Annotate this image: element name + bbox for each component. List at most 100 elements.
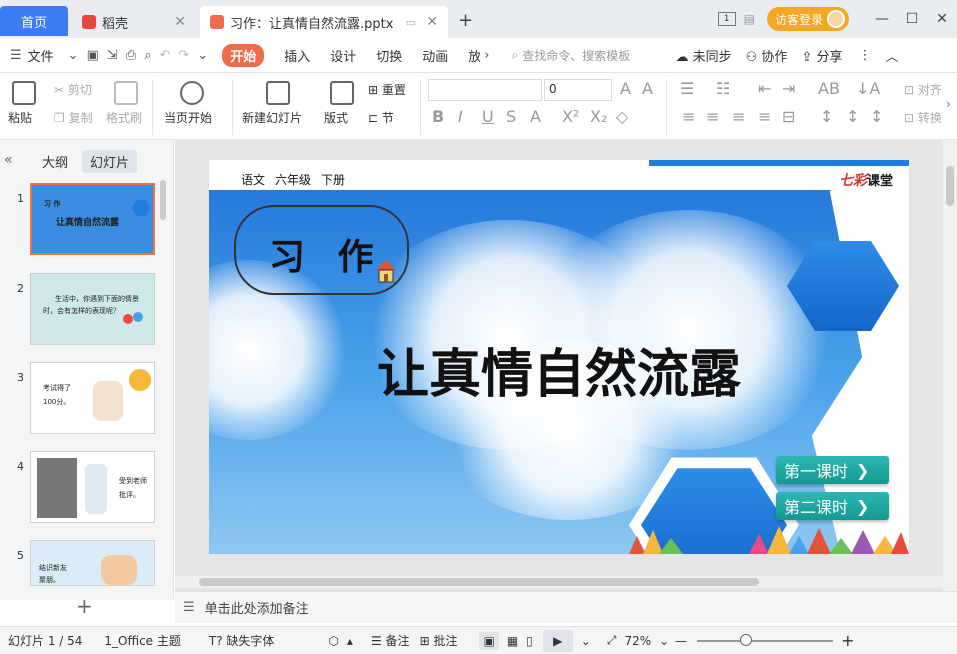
collapse-pane-icon[interactable]: « xyxy=(4,152,13,168)
fit-window-icon[interactable]: ⤢ xyxy=(607,633,617,648)
play-options-icon[interactable]: ⌄ xyxy=(581,634,591,648)
slide-thumbnail-2[interactable]: 生活中，你遇到下面的情景 时，会有怎样的表现呢？ xyxy=(30,273,155,345)
window-count-icon[interactable]: 1 xyxy=(717,12,736,26)
strikethrough-icon[interactable]: S xyxy=(506,107,516,126)
vertical-scroll-thumb[interactable] xyxy=(946,166,954,206)
copy-button[interactable]: ❐ 复制 xyxy=(54,109,93,126)
menu-start[interactable]: 开始 xyxy=(222,43,265,67)
share-button[interactable]: ⇪ 分享 xyxy=(801,46,842,65)
outdent-icon[interactable]: ⇤ xyxy=(758,79,771,98)
paste-button[interactable]: 粘贴 xyxy=(8,109,32,126)
tab-slides[interactable]: 幻灯片 xyxy=(82,150,138,173)
new-tab-button[interactable]: + xyxy=(458,10,473,31)
zoom-out-icon[interactable]: — xyxy=(675,634,687,648)
hamburger-icon[interactable]: ☰ xyxy=(10,48,22,63)
thumbnail-scrollbar[interactable] xyxy=(160,180,166,220)
close-icon[interactable]: ✕ xyxy=(174,14,186,30)
text-box-icon[interactable]: AB xyxy=(818,79,840,98)
tab-outline[interactable]: 大纲 xyxy=(34,150,76,173)
slide-thumbnail-5[interactable]: 结识新友 聚朋。 xyxy=(30,540,155,586)
bold-icon[interactable]: B xyxy=(432,107,444,126)
clear-format-icon[interactable]: ◇ xyxy=(616,107,628,126)
underline-icon[interactable]: U xyxy=(482,107,494,126)
vertical-scrollbar[interactable] xyxy=(943,140,957,600)
slide-thumbnail-1[interactable]: 习 作 让真情自然流露 xyxy=(30,183,155,255)
chevron-down-icon[interactable]: ⌄ xyxy=(68,48,79,63)
zoom-slider-knob[interactable] xyxy=(740,633,753,646)
zoom-dropdown-icon[interactable]: ⌄ xyxy=(659,634,669,648)
paragraph-spacing-icon[interactable]: ↕ xyxy=(846,107,859,126)
preview-icon[interactable]: ⌕ xyxy=(144,48,151,63)
login-button[interactable]: 访客登录 xyxy=(766,7,849,31)
format-brush-icon[interactable] xyxy=(114,81,138,105)
sync-button[interactable]: ☁ 未同步 xyxy=(675,46,731,65)
font-color-icon[interactable]: A xyxy=(530,107,541,126)
section-button[interactable]: ⊏ 节 xyxy=(368,109,394,126)
normal-view-icon[interactable]: ▣ xyxy=(479,631,499,650)
close-window-icon[interactable]: ✕ xyxy=(927,11,957,27)
protect-icon[interactable]: ⬡ xyxy=(328,634,338,648)
menu-transition[interactable]: 切换 xyxy=(376,46,402,65)
superscript-icon[interactable]: X² xyxy=(562,107,579,126)
align-center-icon[interactable]: ≡ xyxy=(706,107,719,126)
new-slide-button[interactable]: 新建幻灯片 xyxy=(242,109,302,126)
italic-icon[interactable]: I xyxy=(458,107,463,126)
minimize-icon[interactable]: — xyxy=(867,11,897,27)
horizontal-scroll-thumb[interactable] xyxy=(199,578,759,586)
align-objects-button[interactable]: ⊡ 对齐 xyxy=(904,81,944,98)
layout-button[interactable]: 版式 xyxy=(324,109,348,126)
reset-button[interactable]: ⊞ 重置 xyxy=(368,81,406,98)
subscript-icon[interactable]: X₂ xyxy=(590,107,607,126)
tab-home[interactable]: 首页 xyxy=(0,6,68,36)
menu-animation[interactable]: 动画 xyxy=(422,46,448,65)
new-slide-icon[interactable] xyxy=(266,81,290,105)
add-slide-icon[interactable]: + xyxy=(76,594,93,618)
indent-icon[interactable]: ⇥ xyxy=(782,79,795,98)
redo-icon[interactable]: ↷ xyxy=(178,48,189,63)
sorter-view-icon[interactable]: ▦ xyxy=(507,634,518,648)
close-icon[interactable]: ✕ xyxy=(426,14,438,30)
more-options-icon[interactable]: ⋮ xyxy=(859,48,872,63)
tab-document[interactable]: 习作：让真情自然流露.pptx ▭ ✕ xyxy=(200,6,448,38)
maximize-icon[interactable]: ☐ xyxy=(897,11,927,27)
chevron-right-icon[interactable]: › xyxy=(484,48,489,63)
tab-docer[interactable]: 稻壳 ✕ xyxy=(72,6,196,38)
ribbon-scroll-right-icon[interactable]: › xyxy=(946,97,951,111)
theme-name[interactable]: 1_Office 主题 xyxy=(104,632,180,649)
collab-button[interactable]: ⚇ 协作 xyxy=(746,46,788,65)
align-left-icon[interactable]: ≡ xyxy=(682,107,695,126)
bullets-icon[interactable]: ☰ xyxy=(680,79,694,98)
notes-area[interactable]: ☰ 单击此处添加备注 xyxy=(175,591,957,623)
zoom-level[interactable]: 72% xyxy=(624,634,651,648)
collapse-ribbon-icon[interactable]: ︿ xyxy=(886,46,899,65)
layout-icon[interactable] xyxy=(330,81,354,105)
justify-icon[interactable]: ≡ xyxy=(758,107,771,126)
sort-icon[interactable]: ↓A xyxy=(856,79,880,98)
missing-font-button[interactable]: T? 缺失字体 xyxy=(209,632,275,649)
increase-font-icon[interactable]: A xyxy=(620,79,631,98)
zoom-slider[interactable] xyxy=(697,633,834,646)
slide-thumbnail-4[interactable]: 受到老师 批评。 xyxy=(30,451,155,523)
align-right-icon[interactable]: ≡ xyxy=(732,107,745,126)
lesson-1-button[interactable]: 第一课时 ❯ xyxy=(776,456,889,484)
font-family-select[interactable] xyxy=(428,79,542,101)
line-spacing-icon[interactable]: ↕ xyxy=(820,107,833,126)
horizontal-scrollbar[interactable] xyxy=(175,576,943,588)
convert-button[interactable]: ⊡ 转换 xyxy=(904,109,944,126)
shirt-icon[interactable]: ▤ xyxy=(744,12,755,26)
reading-view-icon[interactable]: ▯ xyxy=(526,634,533,648)
pin-icon[interactable]: ▭ xyxy=(406,16,416,29)
decrease-font-icon[interactable]: A xyxy=(642,79,653,98)
format-brush-button[interactable]: 格式刷 xyxy=(106,109,142,126)
menu-insert[interactable]: 插入 xyxy=(284,46,310,65)
cut-button[interactable]: ✂ 剪切 xyxy=(54,81,92,98)
distribute-icon[interactable]: ⊟ xyxy=(782,107,795,126)
notes-toggle-button[interactable]: ☰ 备注 xyxy=(371,632,410,649)
menu-file[interactable]: 文件 xyxy=(28,46,54,65)
column-icon[interactable]: ↕ xyxy=(870,107,883,126)
play-from-current-button[interactable]: 当页开始 xyxy=(164,109,212,126)
undo-icon[interactable]: ↶ xyxy=(159,48,170,63)
export-icon[interactable]: ⇲ xyxy=(107,48,118,63)
slideshow-play-button[interactable]: ▶ xyxy=(542,629,573,652)
menu-design[interactable]: 设计 xyxy=(330,46,356,65)
